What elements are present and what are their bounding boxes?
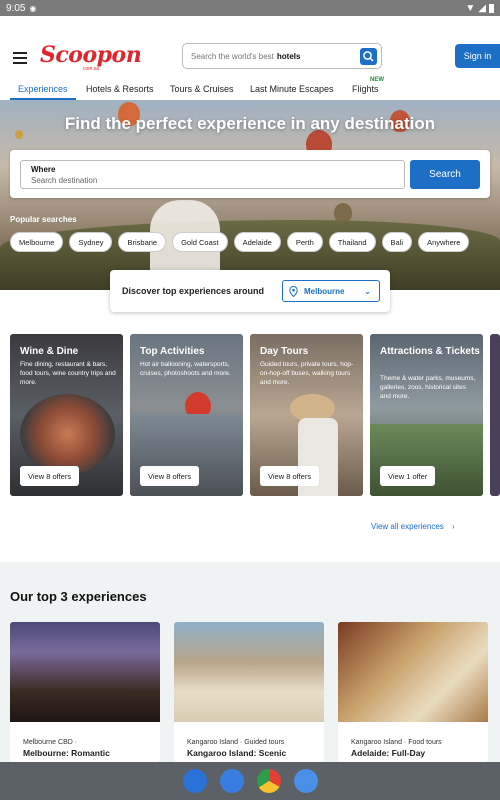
experience-card[interactable]: Melbourne CBD · Melbourne: Romantic [10, 622, 160, 762]
discover-location-bar: Discover top experiences around Melbourn… [110, 270, 390, 312]
view-all-experiences-link[interactable]: View all experiences › [371, 522, 455, 531]
hero-banner: Find the perfect experience in any desti… [0, 100, 500, 290]
chip-gold-coast[interactable]: Gold Coast [172, 232, 228, 252]
destination-placeholder: Search destination [31, 176, 98, 185]
logo-subtext: com.au [83, 66, 100, 72]
tab-last-minute-escapes[interactable]: Last Minute Escapes [250, 84, 334, 94]
where-label: Where [31, 165, 56, 174]
status-bar: 9:05 ◉ ▼ ◢ [0, 0, 500, 16]
discover-text: Discover top experiences around [122, 286, 265, 296]
card-top-activities[interactable]: Top Activities Hot air ballooning, water… [130, 334, 243, 496]
destination-input[interactable]: Where Search destination [20, 160, 405, 189]
top-experiences-section: Our top 3 experiences Melbourne CBD · Me… [0, 562, 500, 762]
app-dock [0, 762, 500, 800]
experience-card[interactable]: Kangaroo Island · Food tours Adelaide: F… [338, 622, 488, 762]
chip-bali[interactable]: Bali [381, 232, 413, 252]
site-header: Scoopon com.au Search the world's best h… [0, 16, 500, 100]
beach-sealions-image [174, 622, 324, 722]
chip-sydney[interactable]: Sydney [69, 232, 113, 252]
hero-title: Find the perfect experience in any desti… [64, 114, 436, 133]
experience-title: Kangaroo Island: Scenic [187, 748, 287, 758]
global-search-input[interactable]: Search the world's best hotels [182, 43, 382, 69]
cheese-platter-image [338, 622, 488, 722]
card-description: Hot air ballooning, watersports, cruises… [140, 361, 231, 377]
scoopon-logo[interactable]: Scoopon [40, 42, 142, 68]
view-all-label: View all experiences [371, 522, 444, 531]
category-nav: Experiences Hotels & Resorts Tours & Cru… [0, 77, 500, 100]
chip-brisbane[interactable]: Brisbane [118, 232, 167, 252]
card-description: Theme & water parks, museums, galleries,… [380, 375, 476, 400]
sushi-image [20, 394, 115, 474]
chevron-down-icon: ⌄ [364, 286, 371, 296]
card-title: Attractions & Tickets [380, 346, 480, 357]
experience-category-carousel: Wine & Dine Fine dining, restaurant & ba… [10, 334, 500, 496]
card-description: Guided tours, private tours, hop-on-hop-… [260, 361, 354, 386]
card-title: Wine & Dine [20, 346, 79, 357]
experience-card[interactable]: Kangaroo Island · Guided tours Kangaroo … [174, 622, 324, 762]
card-description: Fine dining, restaurant & bars, food tou… [20, 361, 116, 386]
phone-icon[interactable] [182, 769, 207, 793]
view-offers-button[interactable]: View 8 offers [140, 466, 200, 486]
chat-notification-icon: ◉ [29, 3, 37, 13]
card-title: Top Activities [140, 346, 205, 357]
battery-icon [489, 3, 494, 13]
chevron-right-icon: › [452, 522, 455, 531]
chip-anywhere[interactable]: Anywhere [418, 232, 470, 252]
card-next-peek[interactable] [490, 334, 500, 496]
popular-searches: Melbourne Sydney Brisbane Gold Coast Ade… [10, 232, 470, 252]
tab-tours-cruises[interactable]: Tours & Cruises [170, 84, 234, 94]
restaurant-image [10, 622, 160, 722]
location-pin-icon [289, 285, 298, 297]
view-offers-button[interactable]: View 1 offer [380, 466, 436, 486]
clock: 9:05 [6, 2, 26, 14]
search-icon[interactable] [360, 48, 377, 65]
menu-icon[interactable] [13, 52, 27, 64]
experience-location: Kangaroo Island · Food tours [351, 739, 442, 746]
wifi-icon: ▼ [465, 2, 476, 14]
destination-search-card: Where Search destination Search [10, 150, 490, 198]
chip-adelaide[interactable]: Adelaide [233, 232, 281, 252]
messages-icon[interactable] [219, 769, 244, 793]
view-offers-button[interactable]: View 8 offers [260, 466, 320, 486]
search-rotating-word: hotels [276, 51, 301, 61]
card-wine-dine[interactable]: Wine & Dine Fine dining, restaurant & ba… [10, 334, 123, 496]
experience-title: Melbourne: Romantic [23, 748, 110, 758]
experience-title: Adelaide: Full-Day [351, 748, 426, 758]
card-title: Day Tours [260, 346, 309, 357]
location-value: Melbourne [304, 286, 345, 296]
search-button[interactable]: Search [410, 160, 480, 189]
experience-location: Melbourne CBD · [23, 739, 78, 746]
sign-in-button[interactable]: Sign in [455, 44, 500, 68]
experience-location: Kangaroo Island · Guided tours [187, 739, 285, 746]
chrome-icon[interactable] [256, 769, 281, 793]
signal-icon: ◢ [478, 2, 486, 14]
tab-hotels-resorts[interactable]: Hotels & Resorts [86, 84, 154, 94]
tab-flights[interactable]: Flights [352, 84, 379, 94]
chip-melbourne[interactable]: Melbourne [10, 232, 64, 252]
camera-icon[interactable] [293, 769, 318, 793]
chip-thailand[interactable]: Thailand [328, 232, 376, 252]
card-day-tours[interactable]: Day Tours Guided tours, private tours, h… [250, 334, 363, 496]
view-offers-button[interactable]: View 8 offers [20, 466, 80, 486]
new-badge: NEW [370, 77, 384, 83]
section-heading: Our top 3 experiences [10, 589, 147, 604]
popular-searches-label: Popular searches [10, 215, 77, 224]
card-attractions-tickets[interactable]: Attractions & Tickets Theme & water park… [370, 334, 483, 496]
chip-perth[interactable]: Perth [286, 232, 323, 252]
location-select[interactable]: Melbourne ⌄ [282, 280, 380, 302]
tab-experiences[interactable]: Experiences [18, 84, 68, 94]
search-prefix: Search the world's best [191, 51, 274, 61]
